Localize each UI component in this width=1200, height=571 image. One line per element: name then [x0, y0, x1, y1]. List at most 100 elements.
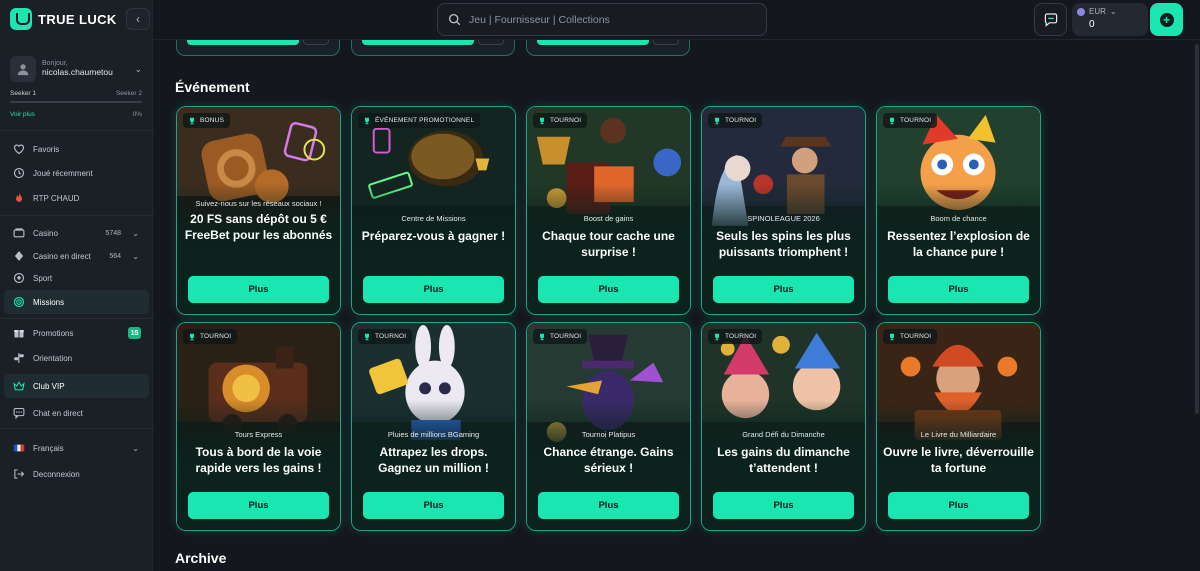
logo-mark-icon	[10, 8, 32, 30]
wallet-amount: 0	[1089, 19, 1095, 30]
trophy-icon	[540, 333, 544, 340]
divider	[0, 130, 153, 131]
sidebar-item-label: Club VIP	[33, 381, 65, 391]
page-scrollbar[interactable]	[1195, 44, 1199, 414]
sidebar-item-recent[interactable]: Joué récemment	[4, 161, 149, 185]
chevron-down-icon[interactable]: ⌄	[132, 229, 139, 238]
card-badge-label: BONUS	[200, 117, 225, 124]
avatar	[10, 56, 36, 82]
card-plus-button[interactable]: Plus	[538, 492, 679, 519]
card-headline: Préparez-vous à gagner !	[361, 229, 506, 243]
gift-icon	[12, 327, 25, 340]
wallet-balance[interactable]: EUR ⌄ 0	[1072, 3, 1148, 36]
sidebar-item-missions[interactable]: Missions	[4, 290, 149, 314]
sidebar-item-chat[interactable]: Chat en direct	[4, 401, 149, 425]
event-card[interactable]: TOURNOI Tours Express Tous à bord de la vo…	[176, 322, 341, 531]
trophy-icon	[190, 333, 194, 340]
card-headline: Les gains du dimanche t’attendent !	[717, 445, 850, 475]
event-card[interactable]: TOURNOI Boost de gains Chaque tour cache u…	[526, 106, 691, 315]
card-headline: Ouvre le livre, déverrouille ta fortune	[883, 445, 1034, 475]
card-plus-button[interactable]: Plus	[538, 276, 679, 303]
card-subtitle: Le Livre du Milliardaire	[920, 430, 997, 439]
sidebar-item-rtp-chaud[interactable]: RTP CHAUD	[4, 186, 149, 210]
sidebar-item-favoris[interactable]: Favoris	[4, 137, 149, 161]
card-badge: TOURNOI	[533, 113, 588, 128]
search-input[interactable]: Jeu | Fournisseur | Collections	[437, 3, 767, 36]
sidebar-item-promotions[interactable]: Promotions 15	[4, 321, 149, 345]
casino-count: 5748	[105, 229, 121, 237]
card-badge: BONUS	[183, 113, 231, 128]
card-plus-button[interactable]: Plus	[888, 276, 1029, 303]
promotions-count-badge: 15	[128, 327, 141, 339]
trophy-icon	[540, 117, 544, 124]
event-card[interactable]: TOURNOI Tournoi Platipus Chance étrange. G…	[526, 322, 691, 531]
user-name: nicolas.chaumetou	[42, 67, 113, 78]
card-plus-button[interactable]: Plus	[888, 492, 1029, 519]
card-badge: TOURNOI	[883, 329, 938, 344]
card-badge: TOURNOI	[883, 113, 938, 128]
sidebar-item-orientation[interactable]: Orientation	[4, 346, 149, 370]
chevron-down-icon[interactable]: ⌄	[132, 444, 139, 453]
card-badge: TOURNOI	[708, 113, 763, 128]
deposit-button[interactable]: +	[1150, 3, 1183, 36]
sidebar-item-casino[interactable]: Casino 5748 ⌄	[4, 221, 149, 245]
sidebar-item-club-vip[interactable]: Club VIP	[4, 374, 149, 398]
sidebar: TRUE LUCK ‹ Bonjour, nicolas.chaumetou ⌄…	[0, 0, 153, 571]
card-plus-button[interactable]: Plus	[363, 276, 504, 303]
sidebar-item-label: RTP CHAUD	[33, 193, 80, 203]
event-card[interactable]: BONUS Suivez-nous sur les réseaux sociaux…	[176, 106, 341, 315]
card-subtitle: Centre de Missions	[401, 214, 466, 223]
fire-icon	[12, 192, 25, 205]
live-chat-button[interactable]	[1034, 3, 1067, 36]
card-plus-button[interactable]: Plus	[713, 276, 854, 303]
sidebar-item-label: Promotions	[33, 328, 74, 338]
heart-icon	[12, 143, 25, 156]
sidebar-item-label: Deconnexion	[33, 469, 80, 479]
card-subtitle: Suivez-nous sur les réseaux sociaux !	[195, 199, 322, 208]
sidebar-item-logout[interactable]: Deconnexion	[4, 462, 149, 486]
event-card[interactable]: TOURNOI Le Livre du Milliardaire Ouvre le …	[876, 322, 1041, 531]
card-subtitle: Tours Express	[234, 430, 283, 439]
section-title-event: Événement	[175, 79, 250, 95]
brand-logo[interactable]: TRUE LUCK	[10, 8, 117, 30]
card-plus-button[interactable]: Plus	[188, 492, 329, 519]
card-badge-label: TOURNOI	[900, 333, 932, 340]
user-icon	[17, 64, 29, 76]
trophy-icon	[715, 333, 719, 340]
card-plus-button[interactable]: Plus	[363, 492, 504, 519]
logout-icon	[12, 468, 25, 481]
event-card[interactable]: TOURNOI Pluies de millions BGaming Attrape…	[351, 322, 516, 531]
event-card[interactable]: TOURNOI Boom de chance Ressentez l’explosi…	[876, 106, 1041, 315]
event-card[interactable]: ÉVÉNEMENT PROMOTIONNEL Centre de Missions…	[351, 106, 516, 315]
card-plus-button[interactable]: Plus	[188, 276, 329, 303]
sidebar-item-label: Chat en direct	[33, 408, 83, 418]
card-subtitle: Grand Défi du Dimanche	[742, 430, 825, 439]
signpost-icon	[12, 352, 25, 365]
voir-plus-link[interactable]: Voir plus	[10, 111, 35, 118]
card-headline: 20 FS sans dépôt ou 5 € FreeBet pour les…	[184, 212, 333, 242]
card-badge-label: ÉVÉNEMENT PROMOTIONNEL	[375, 117, 475, 124]
card-subtitle: Boom de chance	[930, 214, 987, 223]
card-subtitle: Tournoi Platipus	[581, 430, 636, 439]
sidebar-item-label: Casino	[33, 228, 58, 238]
sidebar-item-sport[interactable]: Sport	[4, 266, 149, 290]
sidebar-item-label: Sport	[33, 273, 53, 283]
sidebar-item-language[interactable]: Français ⌄	[4, 436, 149, 460]
collapse-sidebar-button[interactable]: ‹	[126, 8, 150, 30]
user-menu[interactable]: Bonjour, nicolas.chaumetou ⌄	[10, 54, 146, 84]
live-casino-icon	[12, 250, 25, 263]
support-chat-icon	[1044, 12, 1057, 27]
card-plus-button[interactable]: Plus	[713, 492, 854, 519]
brand-name: TRUE LUCK	[38, 11, 117, 27]
card-badge-label: TOURNOI	[200, 333, 232, 340]
chevron-down-icon[interactable]: ⌄	[132, 252, 139, 261]
card-badge: TOURNOI	[358, 329, 413, 344]
trophy-icon	[365, 333, 369, 340]
level-current: Seeker 1	[10, 90, 37, 97]
event-card[interactable]: TOURNOI Grand Défi du Dimanche Les gains d…	[701, 322, 866, 531]
sidebar-item-casino-direct[interactable]: Casino en direct 564 ⌄	[4, 244, 149, 268]
plus-icon: +	[1159, 12, 1174, 27]
event-card[interactable]: TOURNOI SPINOLEAGUE 2026 Seuls les spins l…	[701, 106, 866, 315]
card-badge-label: TOURNOI	[725, 333, 757, 340]
sidebar-item-label: Orientation	[33, 353, 73, 363]
